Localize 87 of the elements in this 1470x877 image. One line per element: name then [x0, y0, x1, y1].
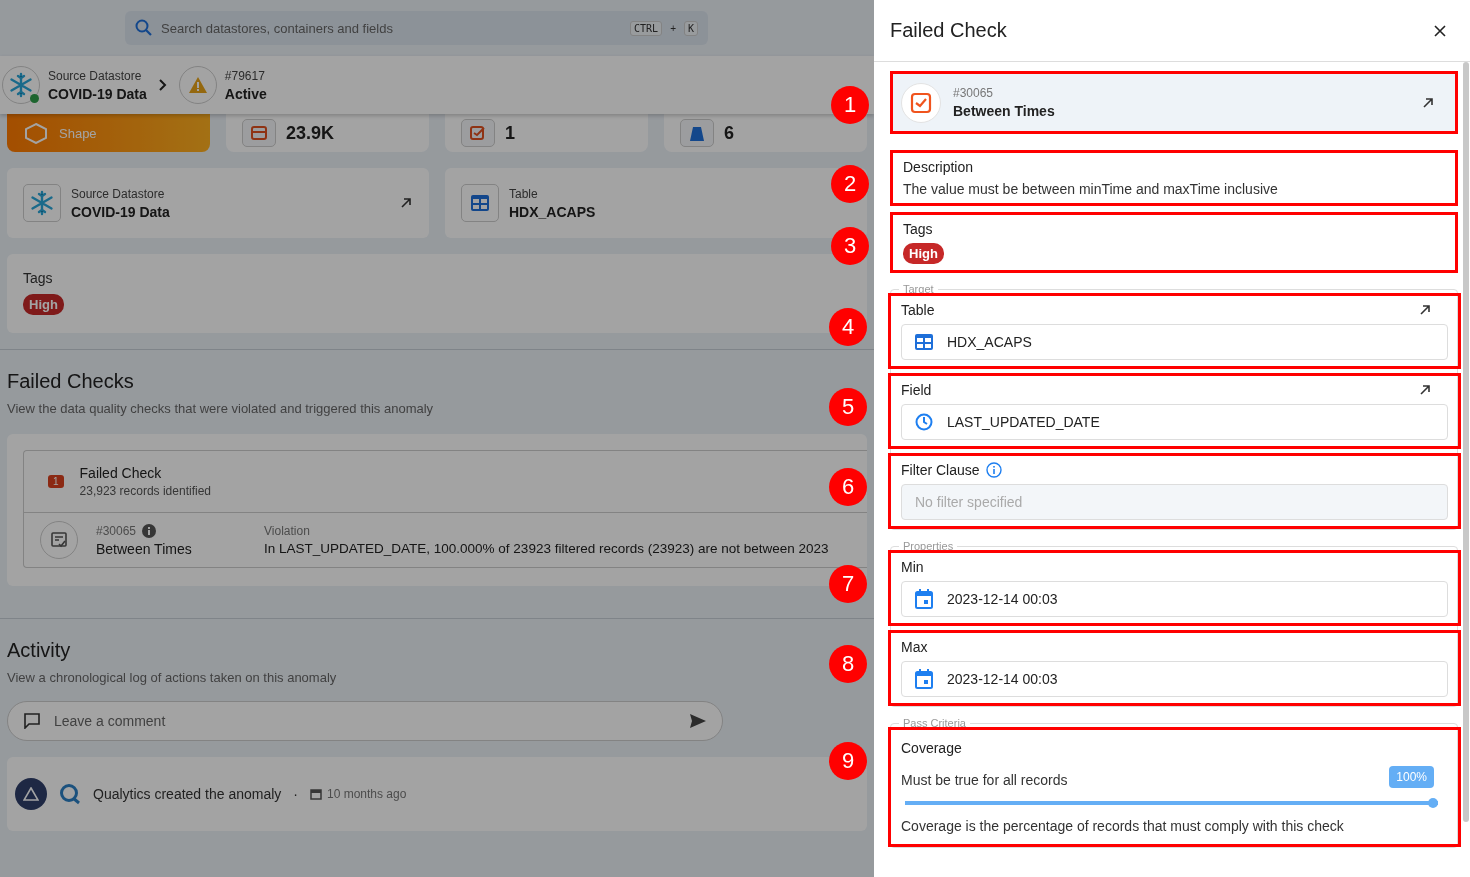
violation-text: In LAST_UPDATED_DATE, 100.000% of 23923 filtered records (23923) are not between 2023: [264, 541, 829, 556]
section-title: Activity: [7, 639, 71, 662]
status-dot: [30, 94, 39, 103]
field-label: Coverage: [901, 740, 963, 756]
table-icon: [471, 195, 489, 211]
calendar-icon: [915, 589, 933, 609]
count-badge: 1: [48, 475, 64, 488]
field-label: Field: [901, 382, 932, 398]
card-value: HDX_ACAPS: [509, 203, 597, 220]
field-label: Description: [903, 159, 974, 175]
table-icon: [915, 334, 933, 350]
shape-icon: [23, 122, 49, 144]
stat-card: 6: [664, 114, 867, 152]
table-field: HDX_ACAPS: [901, 324, 1448, 360]
open-link-icon[interactable]: [1418, 303, 1432, 317]
requirement-text: Must be true for all records: [901, 772, 1068, 788]
date-field: 2023-12-14 00:03: [901, 581, 1448, 617]
shape-icon: [689, 125, 705, 141]
checklist-icon: [470, 125, 486, 141]
tag: High: [903, 243, 944, 264]
coverage-slider[interactable]: [905, 798, 1438, 808]
help-text: Coverage is the percentage of records that must comply with this check: [901, 818, 1345, 834]
stat-card: 23.9K: [226, 114, 429, 152]
check-name: Between Times: [953, 103, 1056, 119]
breadcrumb-item[interactable]: Source Datastore COVID-19 Data: [2, 66, 147, 104]
activity-time: 10 months ago: [327, 787, 407, 801]
scrollbar[interactable]: [1463, 62, 1469, 822]
drawer-title: Failed Check: [890, 19, 1007, 42]
card-label: Source Datastore: [71, 186, 166, 201]
group-legend: Pass Criteria: [899, 717, 970, 729]
check-id: #30065: [953, 86, 995, 100]
section-title: Failed Checks: [7, 370, 134, 393]
field-label: Tags: [903, 221, 933, 237]
calendar-icon: [310, 788, 322, 800]
search-field[interactable]: Search datastores, containers and fields CTRL + K: [125, 11, 708, 45]
check-id: #30065: [96, 523, 137, 538]
search-icon: [135, 19, 153, 37]
snowflake-icon: [29, 190, 55, 216]
filter-field: No filter specified: [901, 484, 1448, 520]
warning-icon: [23, 787, 39, 801]
records-icon: [251, 126, 267, 140]
send-icon[interactable]: [690, 714, 706, 728]
group-legend: Properties: [899, 540, 958, 552]
comment-icon: [24, 713, 40, 729]
tag: High: [23, 294, 64, 315]
keyboard-key: K: [683, 20, 698, 36]
section-subtitle: View a chronological log of actions taken on this anomaly: [7, 670, 337, 685]
breadcrumb-item[interactable]: #79617 Active: [178, 66, 267, 104]
field-label: Table: [901, 302, 935, 318]
checkbox-icon: [910, 91, 932, 114]
tags-label: Tags: [23, 270, 53, 286]
stat-card: 1: [445, 114, 648, 152]
field-label: Filter Clause: [901, 462, 980, 478]
separator-dot: ·: [293, 786, 298, 802]
close-icon[interactable]: [1434, 24, 1446, 37]
open-link-icon[interactable]: [1421, 95, 1435, 110]
check-name: Between Times: [96, 540, 193, 557]
warning-icon: [187, 76, 208, 94]
check-row[interactable]: #30065 Between Times Violation In LAST_UPDATED_DATE, 100.000% of 23923 filtered records (23923) are not between 2023: [24, 513, 867, 567]
violation-label: Violation: [264, 524, 311, 538]
logo-icon: [59, 783, 81, 805]
calendar-icon: [915, 669, 933, 689]
open-link-icon[interactable]: [399, 196, 413, 210]
clock-icon: [915, 413, 933, 431]
activity-text: Qualytics created the anomaly: [93, 786, 282, 802]
description-text: The value must be between minTime and maxTime inclusive: [903, 181, 1278, 197]
open-link-icon[interactable]: [1418, 383, 1432, 397]
check-card[interactable]: #30065 Between Times: [893, 74, 1455, 131]
checklist-icon: [50, 531, 68, 549]
section-subtitle: View the data quality checks that were violated and triggered this anomaly: [7, 401, 434, 416]
snowflake-icon: [8, 72, 34, 98]
chevron-right-icon: [158, 79, 167, 91]
summary-subtitle: 23,923 records identified: [79, 484, 211, 498]
group-legend: Target: [899, 283, 938, 295]
card-value: COVID-19 Data: [71, 203, 171, 220]
info-icon: [142, 523, 157, 538]
field-label: Min: [901, 559, 924, 575]
keyboard-key: CTRL: [630, 20, 663, 36]
card-label: Table: [509, 186, 539, 201]
field-label: Max: [901, 639, 928, 655]
plus-sign: +: [670, 22, 676, 34]
stat-card: Shape: [7, 114, 210, 152]
comment-field[interactable]: Leave a comment: [7, 701, 723, 741]
date-field: 2023-12-14 00:03: [901, 661, 1448, 697]
slider-value-tooltip: 100%: [1389, 766, 1434, 788]
summary-title: Failed Check: [79, 465, 163, 481]
info-icon[interactable]: [985, 462, 1002, 478]
